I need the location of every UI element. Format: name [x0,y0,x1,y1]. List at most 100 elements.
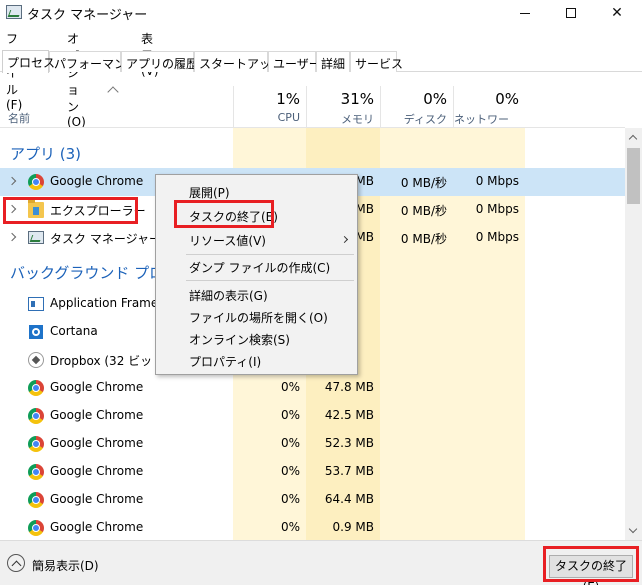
context-menu-go-to-details[interactable]: 詳細の表示(G) [189,287,268,304]
disk-column-label: ディスク [403,113,447,126]
cpu-value: 0% [280,408,300,422]
memory-value: 47.8 MB [324,380,374,394]
column-header-network[interactable]: 0% ネットワーク [453,86,525,142]
process-name: Google Chrome [50,408,144,422]
table-row[interactable]: Google Chrome 0% 53.7 MB [0,458,625,486]
process-name: Google Chrome [50,492,144,506]
folder-icon [28,200,44,218]
cpu-total-percent: 1% [276,90,300,108]
minimize-icon [520,12,530,14]
context-menu-end-task[interactable]: タスクの終了(E) [189,208,278,225]
tab-performance[interactable]: パフォーマンス [49,51,138,72]
context-menu-separator [186,280,354,281]
maximize-button[interactable] [548,0,594,26]
network-total-percent: 0% [495,90,519,108]
app-frame-icon [28,297,44,311]
chrome-icon [28,174,44,190]
network-value: 0 Mbps [475,230,519,244]
context-menu-expand[interactable]: 展開(P) [189,184,230,201]
network-value: 0 Mbps [475,202,519,216]
table-row[interactable]: Google Chrome 0% 42.5 MB [0,402,625,430]
tab-details[interactable]: 詳細 [316,51,350,72]
context-menu-create-dump[interactable]: ダンプ ファイルの作成(C) [189,259,330,276]
memory-value: 0.9 MB [332,520,374,534]
chrome-icon [28,520,44,536]
table-row[interactable]: Google Chrome 0% 52.3 MB [0,430,625,458]
process-name: Dropbox (32 ビット) [50,354,169,368]
chevron-right-icon[interactable] [7,232,17,242]
process-name: タスク マネージャー [50,232,161,246]
disk-value: 0 MB/秒 [400,204,447,218]
context-menu-resource-values[interactable]: リソース値(V) [189,232,266,249]
scroll-up-icon[interactable] [628,134,638,144]
disk-value: 0 MB/秒 [400,232,447,246]
context-menu: 展開(P) タスクの終了(E) リソース値(V) ダンプ ファイルの作成(C) … [155,174,358,375]
process-name: エクスプローラー [50,204,146,218]
chrome-icon [28,436,44,452]
sort-ascending-icon [107,86,119,98]
memory-value: 64.4 MB [324,492,374,506]
fewer-details-link[interactable]: 簡易表示(D) [32,557,99,574]
context-menu-separator [186,254,354,255]
chrome-icon [28,408,44,424]
minimize-button[interactable] [502,0,548,26]
close-icon: ✕ [611,5,623,21]
cpu-value: 0% [280,380,300,394]
cpu-value: 0% [280,492,300,506]
chevron-right-icon[interactable] [7,176,17,186]
disk-total-percent: 0% [423,90,447,108]
column-header-cpu[interactable]: 1% CPU [233,86,306,128]
chrome-icon [28,492,44,508]
context-menu-search-online[interactable]: オンライン検索(S) [189,331,290,348]
submenu-arrow-icon [340,235,349,244]
process-name: Google Chrome [50,464,144,478]
column-headers: 名前 1% CPU 31% メモリ 0% ディスク 0% ネットワーク [0,86,625,142]
process-name: Application Frame H [50,296,172,310]
process-name: Google Chrome [50,380,144,394]
window-title: タスク マネージャー [27,8,148,23]
table-row[interactable]: Google Chrome 0% 64.4 MB [0,486,625,514]
table-row[interactable]: Google Chrome 0% 0.9 MB [0,514,625,540]
context-menu-properties[interactable]: プロパティ(I) [189,353,261,370]
maximize-icon [566,8,576,18]
memory-total-percent: 31% [340,90,374,108]
section-apps: アプリ (3) [10,145,82,163]
task-manager-icon [6,5,22,19]
title-bar: タスク マネージャー ✕ [0,0,642,26]
scroll-down-icon[interactable] [628,524,638,534]
cpu-value: 0% [280,464,300,478]
process-name: Google Chrome [50,436,144,450]
column-header-name[interactable]: 名前 [8,110,30,126]
chrome-icon [28,380,44,396]
collapse-up-icon[interactable] [7,554,25,572]
memory-value: 42.5 MB [324,408,374,422]
column-header-memory[interactable]: 31% メモリ [306,86,380,128]
process-name: Google Chrome [50,520,144,534]
scroll-thumb[interactable] [627,148,640,204]
chevron-right-icon[interactable] [7,204,17,214]
tab-users[interactable]: ユーザー [268,51,321,72]
column-header-disk[interactable]: 0% ディスク [380,86,453,128]
context-menu-open-file-location[interactable]: ファイルの場所を開く(O) [189,309,328,326]
dropbox-icon [28,352,44,368]
memory-value: 52.3 MB [324,436,374,450]
cpu-column-label: CPU [277,111,300,124]
process-name: Google Chrome [50,174,144,188]
cpu-value: 0% [280,436,300,450]
memory-column-label: メモリ [341,113,374,126]
tab-services[interactable]: サービス [350,51,403,72]
chrome-icon [28,464,44,480]
memory-value: 53.7 MB [324,464,374,478]
process-name: Cortana [50,324,98,338]
tab-startup[interactable]: スタートアップ [194,51,283,72]
end-task-button[interactable]: タスクの終了(E) [549,555,633,585]
vertical-scrollbar[interactable] [625,128,642,540]
table-row[interactable]: Google Chrome 0% 47.8 MB [0,374,625,402]
network-value: 0 Mbps [475,174,519,188]
close-button[interactable]: ✕ [594,0,640,26]
tab-app-history[interactable]: アプリの履歴 [121,51,198,72]
cortana-icon [28,324,44,340]
tab-processes[interactable]: プロセス [2,50,55,73]
task-manager-icon [28,231,44,244]
cpu-value: 0% [280,520,300,534]
